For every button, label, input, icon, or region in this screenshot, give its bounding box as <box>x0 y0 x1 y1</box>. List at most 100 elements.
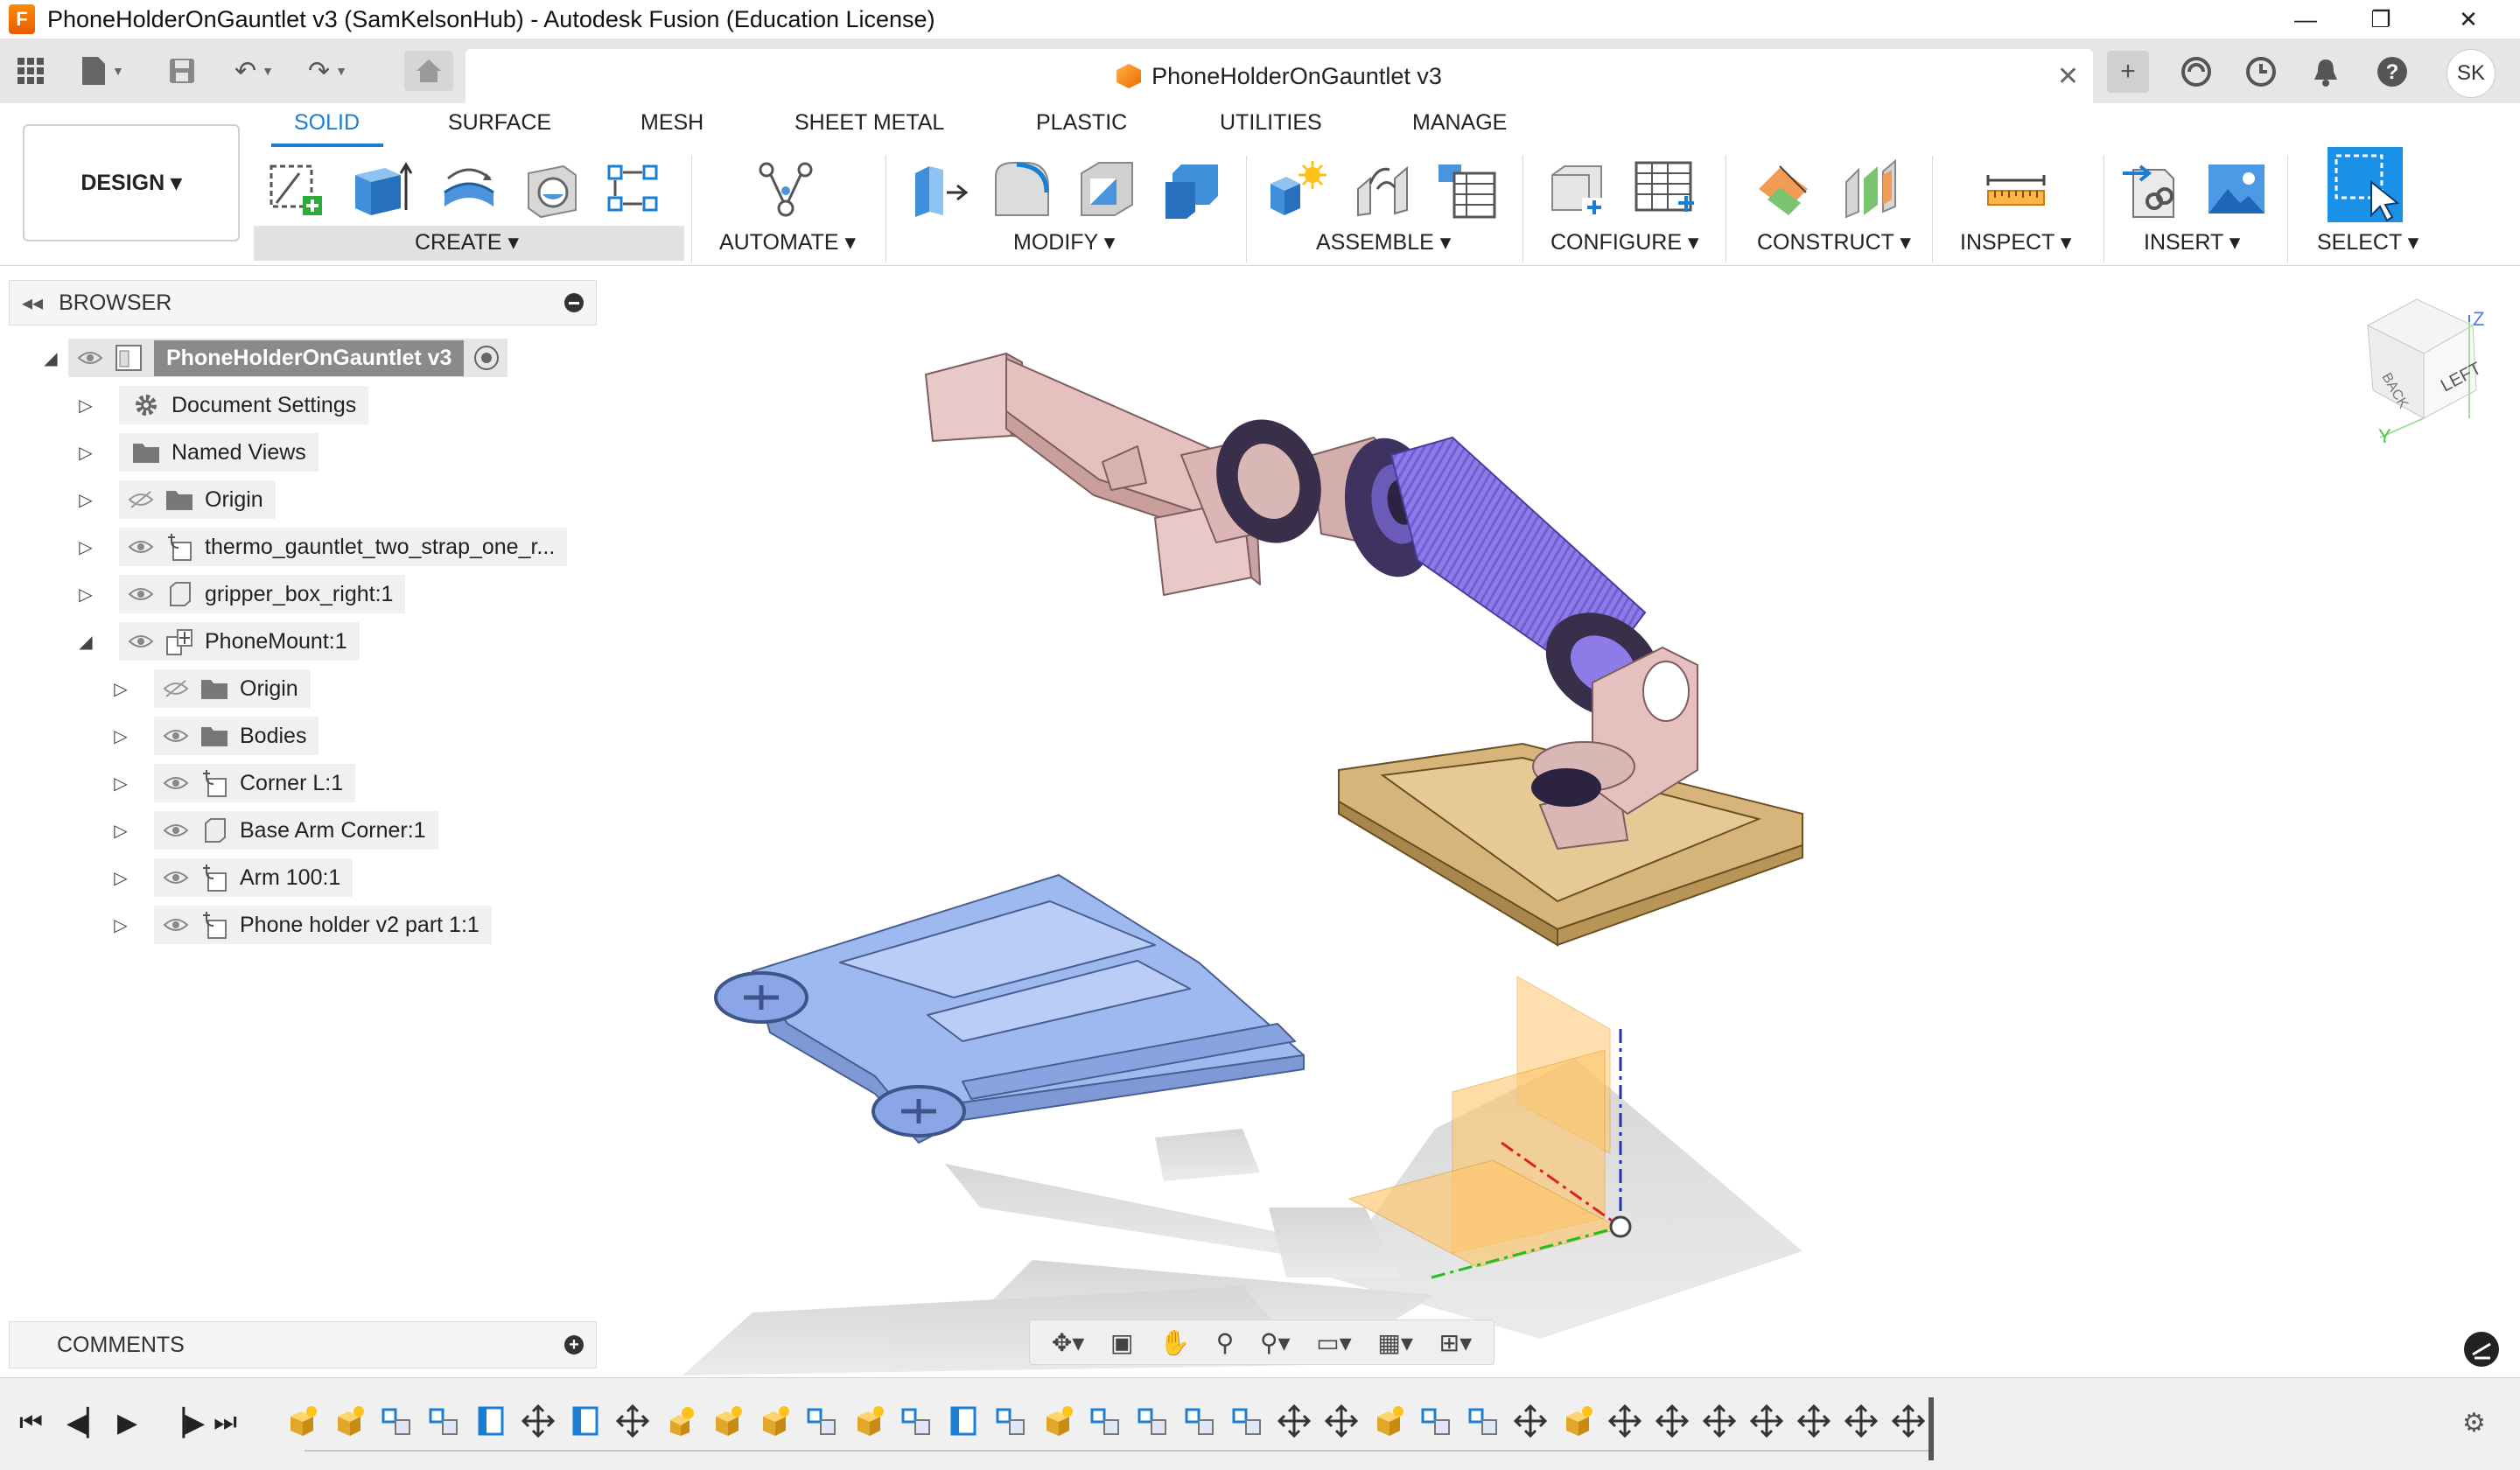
browser-item-origin[interactable]: ▷ Origin <box>77 480 276 520</box>
move-feature-icon[interactable] <box>1655 1404 1690 1438</box>
undo-icon[interactable]: ↶ ▼ <box>234 52 274 89</box>
bill-of-materials-icon[interactable] <box>1435 158 1498 220</box>
move-feature-icon[interactable] <box>1277 1404 1312 1438</box>
component-feature-icon[interactable] <box>1372 1404 1405 1438</box>
viewports-icon[interactable]: ⊞▾ <box>1439 1328 1473 1357</box>
close-window-button[interactable]: ✕ <box>2438 0 2499 38</box>
visibility-eye-icon[interactable] <box>124 536 158 558</box>
configure-group-label[interactable]: CONFIGURE ▾ <box>1550 229 1699 256</box>
create-sketch-icon[interactable] <box>264 158 327 220</box>
sketch-feature-icon[interactable] <box>947 1404 980 1438</box>
component-feature-icon[interactable] <box>285 1404 318 1438</box>
move-feature-icon[interactable] <box>1844 1404 1879 1438</box>
visibility-eye-icon[interactable] <box>159 819 192 842</box>
component-feature-icon[interactable] <box>758 1404 791 1438</box>
collapse-triangle-icon[interactable]: ◢ <box>77 631 94 653</box>
automate-icon[interactable] <box>754 158 817 220</box>
browser-item-document-settings[interactable]: ▷ Document Settings <box>77 385 369 425</box>
pan-hand-icon[interactable]: ✋ <box>1159 1328 1190 1357</box>
component-feature-icon[interactable] <box>710 1404 744 1438</box>
new-tab-plus-icon[interactable]: + <box>2107 51 2149 93</box>
inspect-group-label[interactable]: INSPECT ▾ <box>1960 229 2071 256</box>
data-panel-grid-icon[interactable] <box>16 52 46 89</box>
new-component-icon[interactable] <box>1265 158 1328 220</box>
move-feature-icon[interactable] <box>1324 1404 1359 1438</box>
visibility-eye-icon[interactable] <box>74 346 107 369</box>
add-comment-icon[interactable]: + <box>564 1335 584 1354</box>
expand-triangle-icon[interactable]: ▷ <box>77 584 94 606</box>
display-settings-icon[interactable]: ▭▾ <box>1316 1328 1352 1357</box>
browser-item-gripper-box-right[interactable]: ▷ gripper_box_right:1 <box>77 574 406 614</box>
hidden-eye-icon[interactable] <box>124 488 158 511</box>
browser-item-named-views[interactable]: ▷ Named Views <box>77 432 318 472</box>
hidden-eye-icon[interactable] <box>159 677 192 700</box>
browser-item-phonemount[interactable]: ◢ PhoneMount:1 <box>77 621 360 662</box>
move-feature-icon[interactable] <box>1702 1404 1737 1438</box>
tab-utilities[interactable]: UTILITIES <box>1220 110 1322 136</box>
expand-triangle-icon[interactable]: ▷ <box>77 536 94 558</box>
move-feature-icon[interactable] <box>615 1404 650 1438</box>
move-feature-icon[interactable] <box>1891 1404 1926 1438</box>
select-group-label[interactable]: SELECT ▾ <box>2317 229 2418 256</box>
browser-minimize-icon[interactable] <box>564 293 584 312</box>
sketch-feature-icon[interactable] <box>569 1404 602 1438</box>
component-feature-icon[interactable] <box>1041 1404 1074 1438</box>
minimize-button[interactable]: — <box>2275 0 2336 38</box>
move-feature-icon[interactable] <box>1796 1404 1831 1438</box>
collapse-triangle-icon[interactable]: ◢ <box>42 347 60 369</box>
tab-surface[interactable]: SURFACE <box>448 110 551 136</box>
joint-feature-icon[interactable] <box>380 1404 413 1438</box>
visibility-eye-icon[interactable] <box>124 630 158 653</box>
offset-plane-icon[interactable] <box>1755 158 1818 220</box>
phone-holder-knob[interactable] <box>872 1085 966 1138</box>
select-icon[interactable] <box>2328 147 2403 222</box>
hole-icon[interactable] <box>520 158 583 220</box>
browser-item-thermo-gauntlet[interactable]: ▷ thermo_gauntlet_two_strap_one_r... <box>77 527 568 567</box>
press-pull-icon[interactable] <box>906 158 970 220</box>
expand-triangle-icon[interactable]: ▷ <box>77 442 94 464</box>
fit-zoom-icon[interactable]: ⚲▾ <box>1260 1328 1291 1357</box>
notifications-bell-icon[interactable] <box>2305 51 2347 93</box>
expand-triangle-icon[interactable]: ▷ <box>112 773 130 794</box>
grid-settings-icon[interactable]: ▦▾ <box>1377 1328 1413 1357</box>
phone-holder-knob[interactable] <box>714 971 808 1024</box>
expand-triangle-icon[interactable]: ▷ <box>112 867 130 889</box>
expand-triangle-icon[interactable]: ▷ <box>112 820 130 842</box>
zoom-icon[interactable]: ⚲ <box>1216 1328 1235 1357</box>
browser-item-arm-100[interactable]: ▷ Arm 100:1 <box>112 858 354 898</box>
comments-panel-header[interactable]: COMMENTS + <box>9 1321 597 1368</box>
new-component-feature-icon[interactable] <box>663 1404 696 1438</box>
tab-sheet-metal[interactable]: SHEET METAL <box>794 110 944 136</box>
joint-feature-icon[interactable] <box>1088 1404 1122 1438</box>
joint-feature-icon[interactable] <box>427 1404 460 1438</box>
activate-radio-icon[interactable] <box>474 346 500 370</box>
browser-panel-header[interactable]: ◂◂ BROWSER <box>9 280 597 326</box>
browser-item-phone-holder-v2[interactable]: ▷ Phone holder v2 part 1:1 <box>112 905 492 945</box>
insert-derive-icon[interactable] <box>2121 158 2184 220</box>
automate-group-label[interactable]: AUTOMATE ▾ <box>719 229 856 256</box>
sketch-feature-icon[interactable] <box>474 1404 508 1438</box>
component-feature-icon[interactable] <box>852 1404 886 1438</box>
joint-feature-icon[interactable] <box>1183 1404 1216 1438</box>
workspace-switcher-button[interactable]: DESIGN ▾ <box>23 124 240 242</box>
phone-holder-body[interactable] <box>752 874 1305 1144</box>
move-feature-icon[interactable] <box>1749 1404 1784 1438</box>
insert-group-label[interactable]: INSERT ▾ <box>2144 229 2240 256</box>
construct-group-label[interactable]: CONSTRUCT ▾ <box>1757 229 1911 256</box>
tab-mesh[interactable]: MESH <box>640 110 704 136</box>
assemble-group-label[interactable]: ASSEMBLE ▾ <box>1316 229 1451 256</box>
go-to-end-icon[interactable]: ⏭ <box>214 1408 237 1438</box>
help-icon[interactable]: ? <box>2371 51 2413 93</box>
browser-item-phonemount-origin[interactable]: ▷ Origin <box>112 668 311 709</box>
visibility-eye-icon[interactable] <box>159 914 192 936</box>
tab-solid[interactable]: SOLID <box>294 110 360 136</box>
component-feature-icon[interactable] <box>332 1404 366 1438</box>
browser-item-bodies[interactable]: ▷ Bodies <box>112 716 319 756</box>
measure-icon[interactable] <box>1984 158 2048 220</box>
midplane-icon[interactable] <box>1839 158 1902 220</box>
modify-group-label[interactable]: MODIFY ▾ <box>1013 229 1115 256</box>
expand-triangle-icon[interactable]: ▷ <box>112 725 130 747</box>
visibility-eye-icon[interactable] <box>159 724 192 747</box>
revolve-icon[interactable] <box>438 158 500 220</box>
component-feature-icon[interactable] <box>1561 1404 1594 1438</box>
